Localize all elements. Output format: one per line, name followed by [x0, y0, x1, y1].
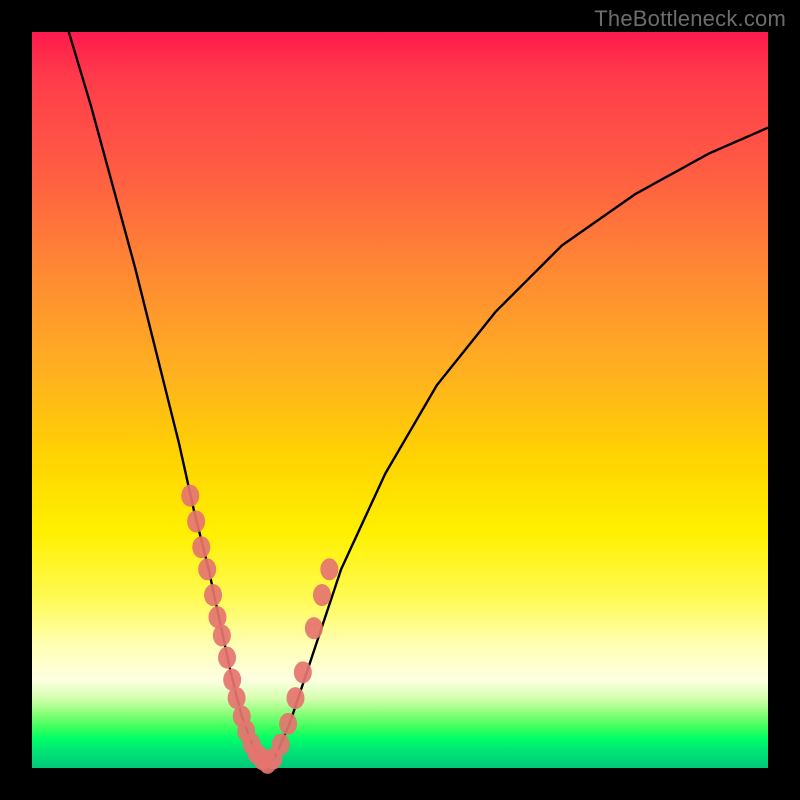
- curve-marker: [218, 647, 236, 669]
- curve-marker: [204, 584, 222, 606]
- chart-frame: TheBottleneck.com: [0, 0, 800, 800]
- curve-marker: [272, 733, 290, 755]
- curve-svg: [32, 32, 768, 768]
- curve-marker: [313, 584, 331, 606]
- curve-marker: [213, 625, 231, 647]
- curve-marker: [320, 558, 338, 580]
- curve-marker: [286, 687, 304, 709]
- curve-marker: [187, 510, 205, 532]
- plot-area: [32, 32, 768, 768]
- curve-marker: [305, 617, 323, 639]
- curve-marker: [294, 661, 312, 683]
- curve-marker: [192, 536, 210, 558]
- curve-marker: [198, 558, 216, 580]
- marker-group: [181, 485, 338, 774]
- watermark-text: TheBottleneck.com: [594, 6, 786, 32]
- curve-marker: [279, 713, 297, 735]
- curve-marker: [181, 485, 199, 507]
- bottleneck-curve: [69, 32, 768, 764]
